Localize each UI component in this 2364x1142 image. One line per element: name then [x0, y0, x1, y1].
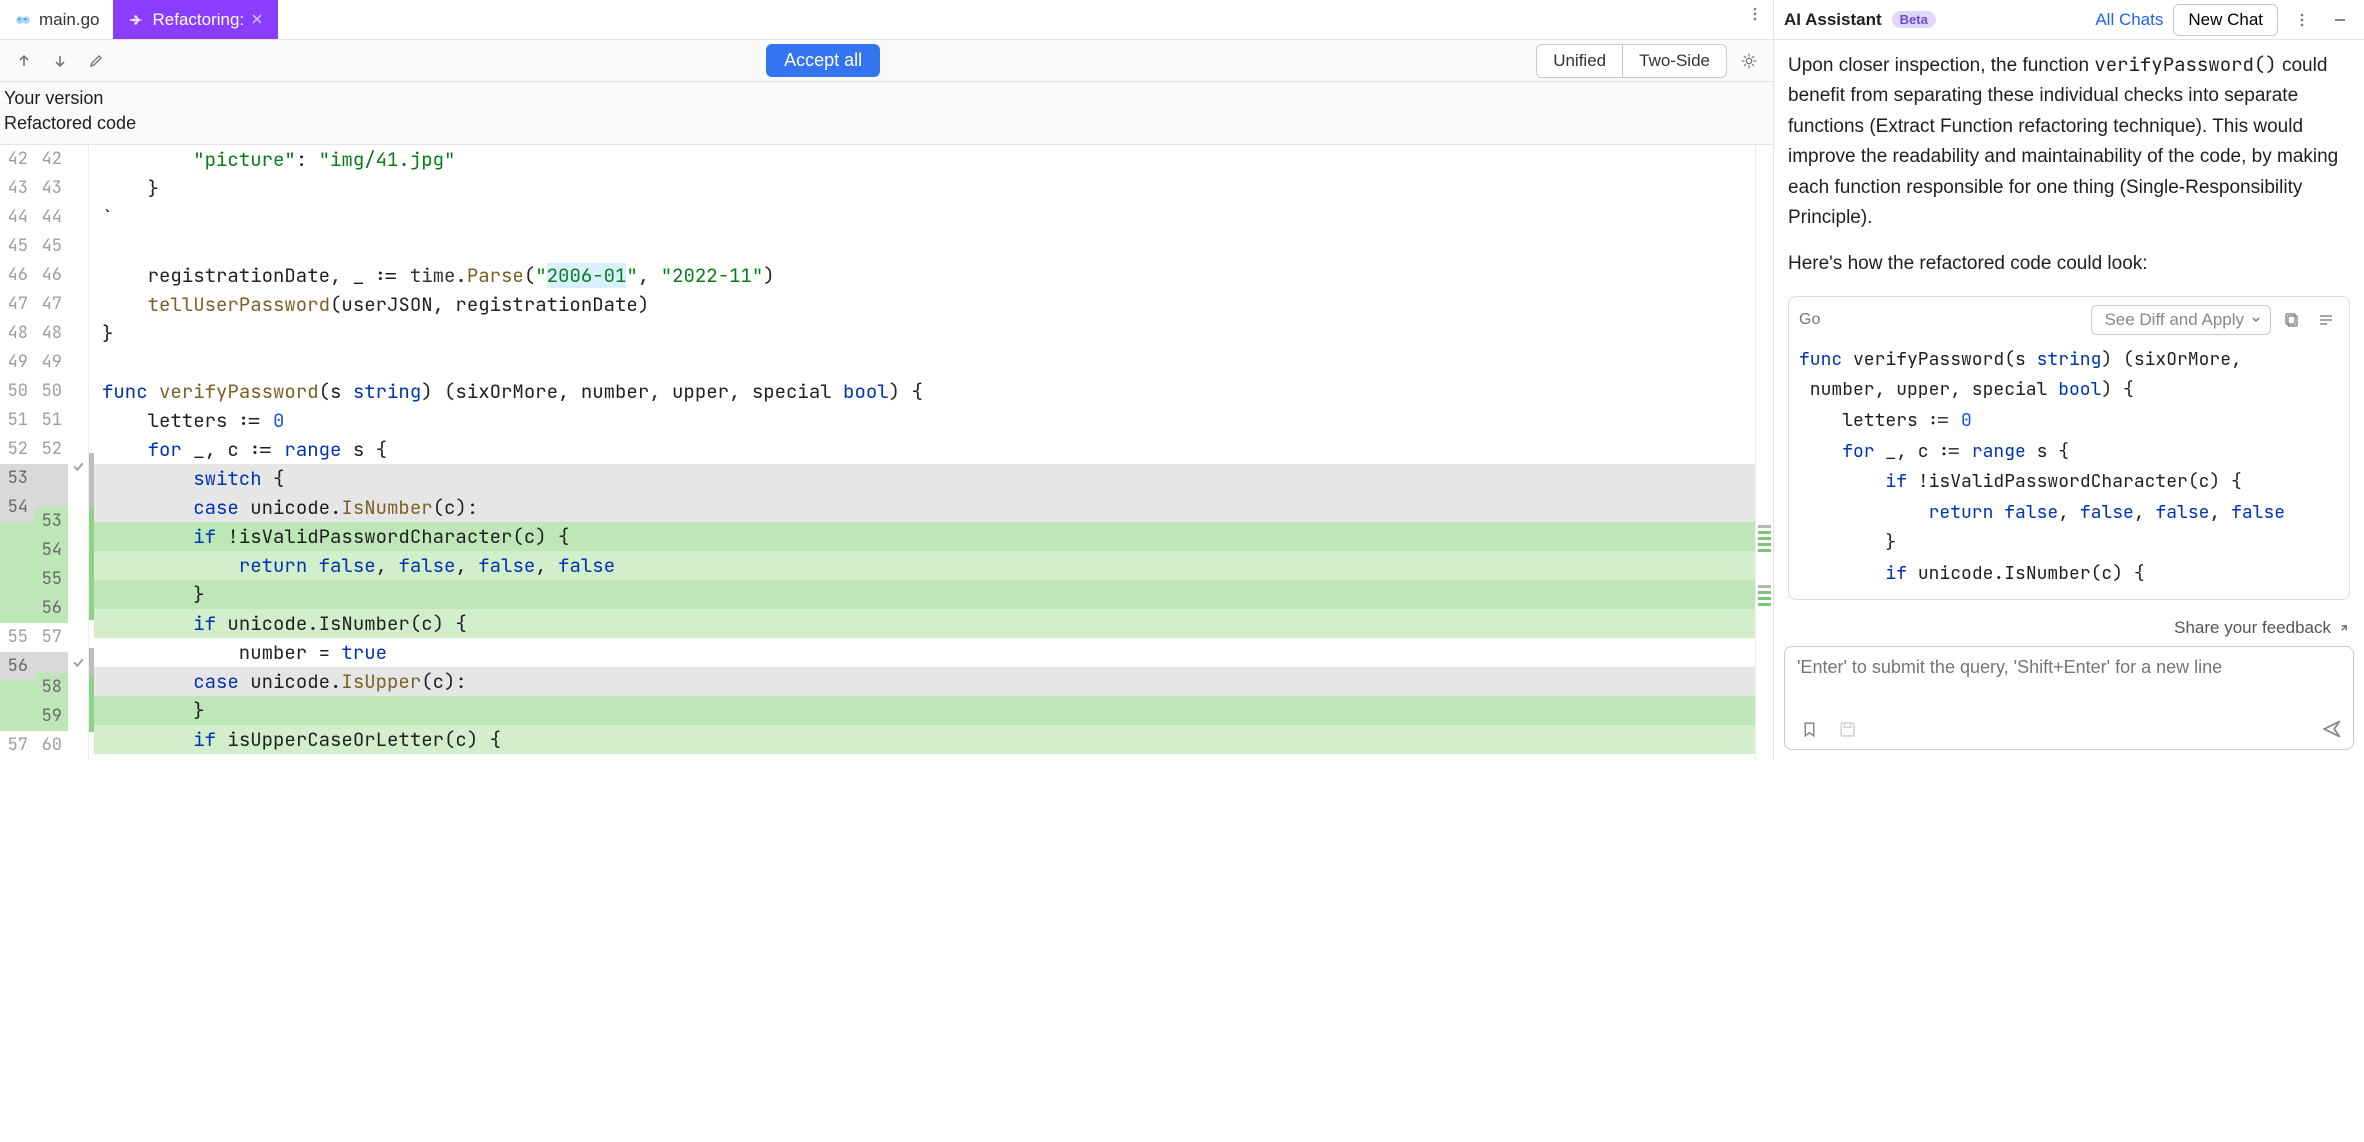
snippet-language: Go: [1799, 311, 1820, 329]
code-area[interactable]: "picture": "img/41.jpg" }` registrationD…: [94, 145, 1755, 760]
save-button[interactable]: [1833, 715, 1861, 743]
code-line[interactable]: }: [94, 580, 1755, 609]
refactored-label: Refactored code: [4, 111, 1763, 136]
view-unified-button[interactable]: Unified: [1537, 45, 1622, 77]
line-gutters: 42434445464748495051525354555657 4243444…: [0, 145, 89, 760]
beta-badge: Beta: [1892, 11, 1936, 28]
accept-chunk-button[interactable]: [68, 648, 88, 676]
tab-label: main.go: [39, 10, 99, 30]
code-line[interactable]: "picture": "img/41.jpg": [94, 145, 1755, 174]
copy-snippet-button[interactable]: [2279, 307, 2305, 333]
see-diff-apply-button[interactable]: See Diff and Apply: [2091, 305, 2271, 335]
wrap-snippet-button[interactable]: [2313, 307, 2339, 333]
ai-menu-button[interactable]: [2288, 6, 2316, 34]
tab-label: Refactoring:: [152, 10, 244, 30]
snippet-code: func verifyPassword(s string) (sixOrMore…: [1789, 343, 2349, 600]
code-line[interactable]: }: [94, 174, 1755, 203]
ai-assistant-title: AI Assistant: [1784, 10, 1882, 30]
tab-refactoring[interactable]: Refactoring:: [113, 0, 278, 39]
code-line[interactable]: `: [94, 203, 1755, 232]
your-version-label: Your version: [4, 86, 1763, 111]
diff-editor[interactable]: 42434445464748495051525354555657 4243444…: [0, 145, 1773, 760]
diff-toolbar: Accept all Unified Two-Side: [0, 40, 1773, 82]
code-line[interactable]: upper = true: [94, 754, 1755, 760]
tab-main-go[interactable]: main.go: [0, 0, 113, 39]
inline-code: verifyPassword(): [2094, 52, 2276, 77]
ai-assistant-header: AI Assistant Beta All Chats New Chat: [1774, 0, 2364, 40]
all-chats-link[interactable]: All Chats: [2095, 10, 2163, 30]
accept-chunk-button[interactable]: [68, 453, 88, 481]
minimap[interactable]: [1755, 145, 1773, 760]
code-line[interactable]: for _, c := range s {: [94, 435, 1755, 464]
edit-icon[interactable]: [82, 47, 110, 75]
new-chat-button[interactable]: New Chat: [2173, 4, 2278, 36]
chat-input-area: [1774, 646, 2364, 760]
accept-all-button[interactable]: Accept all: [766, 44, 880, 77]
chat-input[interactable]: [1785, 647, 2353, 709]
bookmark-button[interactable]: [1795, 715, 1823, 743]
snippet-toolbar: Go See Diff and Apply: [1789, 297, 2349, 343]
code-line[interactable]: case unicode.IsNumber(c):: [94, 493, 1755, 522]
go-file-icon: [14, 11, 32, 29]
refactor-icon: [127, 11, 145, 29]
ai-chat-body: Upon closer inspection, the function ver…: [1774, 40, 2364, 610]
close-icon[interactable]: [251, 13, 264, 26]
code-line[interactable]: }: [94, 319, 1755, 348]
code-line[interactable]: letters := 0: [94, 406, 1755, 435]
minimize-button[interactable]: [2326, 6, 2354, 34]
code-line[interactable]: number = true: [94, 638, 1755, 667]
ai-assistant-pane: AI Assistant Beta All Chats New Chat Upo…: [1774, 0, 2364, 760]
prev-diff-button[interactable]: [10, 47, 38, 75]
tab-bar: main.go Refactoring:: [0, 0, 1773, 40]
code-line[interactable]: }: [94, 696, 1755, 725]
code-line[interactable]: registrationDate, _ := time.Parse("2006-…: [94, 261, 1755, 290]
code-line[interactable]: return false, false, false, false: [94, 551, 1755, 580]
code-line[interactable]: case unicode.IsUpper(c):: [94, 667, 1755, 696]
next-diff-button[interactable]: [46, 47, 74, 75]
code-line[interactable]: tellUserPassword(userJSON, registrationD…: [94, 290, 1755, 319]
diff-settings-button[interactable]: [1735, 47, 1763, 75]
assistant-paragraph: Upon closer inspection, the function ver…: [1788, 50, 2350, 233]
code-line[interactable]: if !isValidPasswordCharacter(c) {: [94, 522, 1755, 551]
diff-view-switch: Unified Two-Side: [1536, 44, 1727, 78]
code-snippet: Go See Diff and Apply func verifyPasswor…: [1788, 296, 2350, 601]
code-line[interactable]: [94, 232, 1755, 261]
send-button[interactable]: [2321, 718, 2343, 740]
code-line[interactable]: func verifyPassword(s string) (sixOrMore…: [94, 377, 1755, 406]
code-line[interactable]: switch {: [94, 464, 1755, 493]
code-line[interactable]: [94, 348, 1755, 377]
code-line[interactable]: if isUpperCaseOrLetter(c) {: [94, 725, 1755, 754]
assistant-paragraph: Here's how the refactored code could loo…: [1788, 249, 2350, 279]
share-feedback-link[interactable]: Share your feedback: [1774, 610, 2364, 646]
editor-pane: main.go Refactoring:: [0, 0, 1774, 760]
version-labels: Your version Refactored code: [0, 82, 1773, 145]
tab-overflow-menu[interactable]: [1737, 0, 1773, 28]
view-twoside-button[interactable]: Two-Side: [1622, 45, 1726, 77]
code-line[interactable]: if unicode.IsNumber(c) {: [94, 609, 1755, 638]
